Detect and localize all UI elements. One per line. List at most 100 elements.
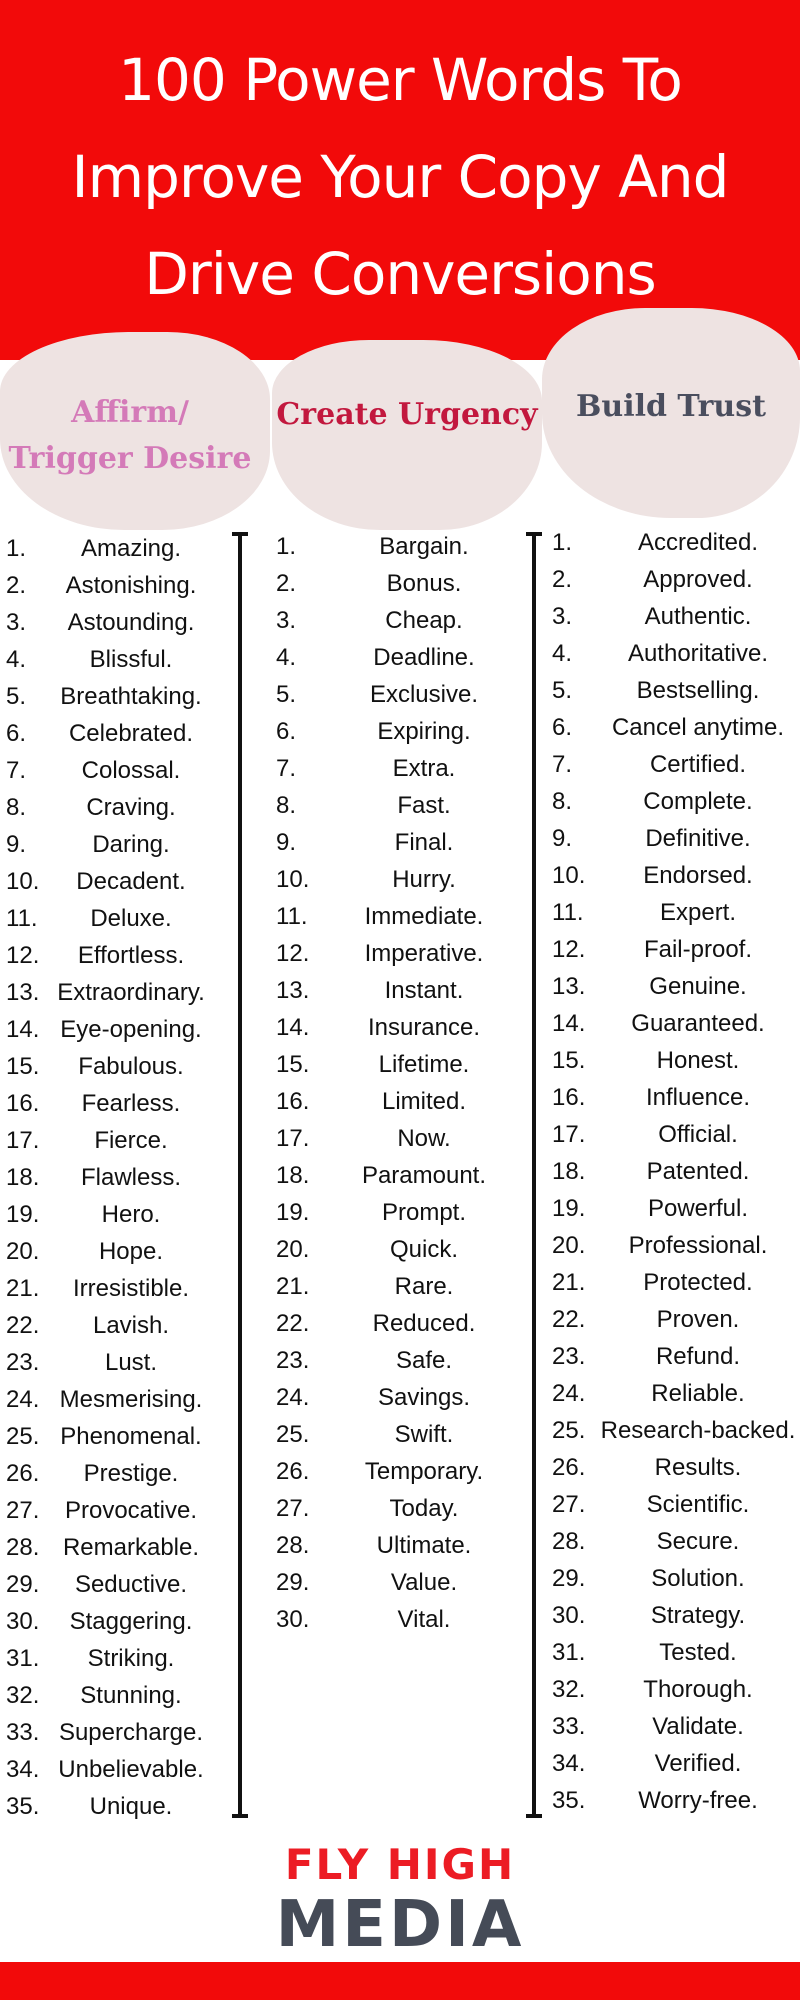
list-item: 17. Now.	[276, 1120, 512, 1157]
list-item: 10. Hurry.	[276, 861, 512, 898]
list-item-number: 13.	[552, 972, 586, 1000]
list-item: 10. Decadent.	[6, 863, 212, 900]
list-item: 5. Bestselling.	[552, 672, 800, 709]
list-item-number: 13.	[6, 978, 40, 1006]
list-item-word: Ultimate.	[376, 1531, 472, 1559]
list-item: 26. Results.	[552, 1449, 800, 1486]
list-item: 34. Verified.	[552, 1745, 800, 1782]
list-item: 2. Approved.	[552, 561, 800, 598]
list-item-word: Deluxe.	[90, 904, 172, 932]
list-item-word: Expiring.	[377, 717, 471, 745]
list-item-number: 13.	[276, 976, 310, 1004]
list-item-number: 28.	[276, 1531, 310, 1559]
list-item-number: 15.	[276, 1050, 310, 1078]
list-item-word: Colossal.	[81, 756, 181, 784]
list-item: 25. Phenomenal.	[6, 1418, 212, 1455]
list-item: 30. Strategy.	[552, 1597, 800, 1634]
list-item: 15. Lifetime.	[276, 1046, 512, 1083]
list-item-number: 4.	[552, 639, 573, 667]
list-item-word: Decadent.	[76, 867, 186, 895]
list-item-number: 19.	[6, 1200, 40, 1228]
divider-left	[238, 532, 242, 1818]
list-item: 29. Solution.	[552, 1560, 800, 1597]
list-item-word: Strategy.	[650, 1601, 746, 1629]
list-item: 17. Fierce.	[6, 1122, 212, 1159]
list-item-word: Irresistible.	[72, 1274, 190, 1302]
list-item: 30. Vital.	[276, 1601, 512, 1638]
list-item-number: 29.	[276, 1568, 310, 1596]
page-title: 100 Power Words To Improve Your Copy And…	[0, 32, 800, 323]
list-item-number: 1.	[552, 528, 573, 556]
list-item: 14. Guaranteed.	[552, 1005, 800, 1042]
list-item: 20. Professional.	[552, 1227, 800, 1264]
list-item: 4. Deadline.	[276, 639, 512, 676]
list-item-word: Astonishing.	[65, 571, 197, 599]
list-item-word: Fabulous.	[78, 1052, 184, 1080]
list-item: 35. Worry-free.	[552, 1782, 800, 1819]
list-item: 23. Lust.	[6, 1344, 212, 1381]
list-item-word: Staggering.	[69, 1607, 193, 1635]
list-item: 19. Hero.	[6, 1196, 212, 1233]
list-item: 33. Supercharge.	[6, 1714, 212, 1751]
divider-right-cap-bottom	[526, 1814, 542, 1818]
list-item-number: 32.	[552, 1675, 586, 1703]
list-item-word: Final.	[394, 828, 454, 856]
list-item-word: Reliable.	[651, 1379, 745, 1407]
list-item-number: 3.	[276, 606, 297, 634]
list-item-word: Immediate.	[364, 902, 484, 930]
list-item: 9. Final.	[276, 824, 512, 861]
list-item: 7. Colossal.	[6, 752, 212, 789]
logo-fly-high: FLY HIGH	[284, 1840, 516, 1889]
list-item-word: Seductive.	[74, 1570, 188, 1598]
list-item-number: 26.	[552, 1453, 586, 1481]
category-heading-affirm: Affirm/ Trigger Desire	[0, 390, 260, 482]
list-item: 35. Unique.	[6, 1788, 212, 1825]
list-item: 22. Lavish.	[6, 1307, 212, 1344]
list-item-word: Proven.	[656, 1305, 740, 1333]
list-item: 6. Cancel anytime.	[552, 709, 800, 746]
list-item-word: Authentic.	[644, 602, 752, 630]
list-item-word: Value.	[390, 1568, 458, 1596]
list-item: 26. Temporary.	[276, 1453, 512, 1490]
list-item-number: 8.	[276, 791, 297, 819]
list-item: 7. Certified.	[552, 746, 800, 783]
list-item: 28. Ultimate.	[276, 1527, 512, 1564]
list-item-word: Hurry.	[392, 865, 456, 893]
list-item-word: Now.	[397, 1124, 451, 1152]
list-item: 26. Prestige.	[6, 1455, 212, 1492]
list-item: 12. Imperative.	[276, 935, 512, 972]
list-item-word: Instant.	[384, 976, 464, 1004]
logo-media: MEDIA	[275, 1888, 525, 1962]
list-item: 17. Official.	[552, 1116, 800, 1153]
list-item-word: Limited.	[381, 1087, 467, 1115]
list-item-word: Unique.	[89, 1792, 173, 1820]
list-item-word: Cheap.	[385, 606, 463, 634]
list-item-number: 11.	[552, 898, 584, 926]
list-item: 18. Patented.	[552, 1153, 800, 1190]
list-item-word: Fail-proof.	[643, 935, 753, 963]
list-item-word: Unbelievable.	[58, 1755, 204, 1783]
list-item: 19. Powerful.	[552, 1190, 800, 1227]
list-item-word: Exclusive.	[369, 680, 479, 708]
list-item-word: Official.	[658, 1120, 738, 1148]
list-item: 6. Celebrated.	[6, 715, 212, 752]
list-item-word: Today.	[389, 1494, 459, 1522]
list-item: 24. Mesmerising.	[6, 1381, 212, 1418]
category-heading-affirm-line1: Affirm/	[71, 395, 189, 430]
list-item: 33. Validate.	[552, 1708, 800, 1745]
list-item: 1. Bargain.	[276, 528, 512, 565]
list-item: 20. Hope.	[6, 1233, 212, 1270]
list-item-number: 19.	[552, 1194, 586, 1222]
list-item-number: 20.	[6, 1237, 40, 1265]
divider-left-cap-top	[232, 532, 248, 536]
list-item-word: Validate.	[652, 1712, 744, 1740]
list-item-number: 1.	[276, 532, 297, 560]
list-item: 5. Exclusive.	[276, 676, 512, 713]
list-item-number: 25.	[276, 1420, 310, 1448]
list-item-word: Swift.	[394, 1420, 454, 1448]
list-item: 22. Reduced.	[276, 1305, 512, 1342]
list-item-number: 22.	[552, 1305, 586, 1333]
list-item-number: 35.	[6, 1792, 40, 1820]
list-item-number: 21.	[6, 1274, 40, 1302]
list-item: 16. Fearless.	[6, 1085, 212, 1122]
